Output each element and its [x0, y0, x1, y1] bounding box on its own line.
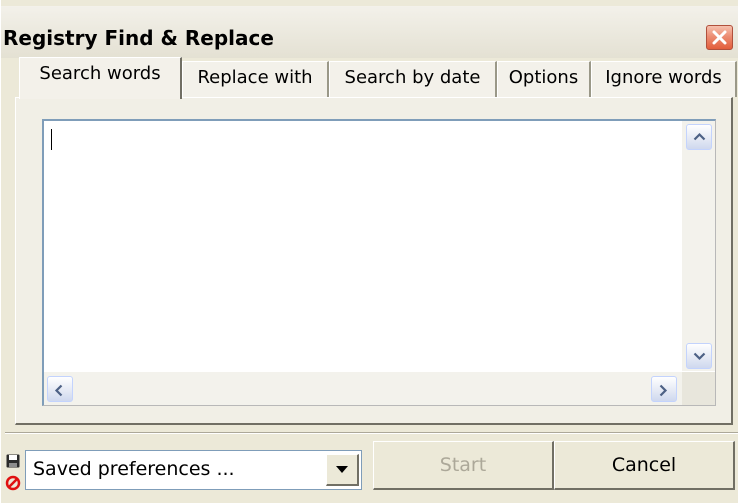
tab-label: Search by date [344, 67, 481, 88]
tab-replace-with[interactable]: Replace with [182, 61, 329, 97]
chevron-down-icon [336, 466, 348, 473]
tab-label: Options [508, 67, 579, 88]
scroll-right-button[interactable] [651, 376, 677, 402]
tab-label: Replace with [197, 67, 313, 88]
tab-label: Search words [39, 63, 161, 84]
floppy-disk-icon[interactable] [6, 454, 20, 468]
scroll-down-button[interactable] [686, 343, 712, 369]
scroll-up-button[interactable] [686, 124, 712, 150]
cancel-button[interactable]: Cancel [554, 441, 735, 490]
start-button[interactable]: Start [373, 441, 554, 490]
registry-find-replace-window: Registry Find & Replace Search words Rep… [0, 0, 738, 503]
vertical-scrollbar[interactable] [682, 121, 715, 371]
window-title: Registry Find & Replace [3, 26, 274, 50]
horizontal-scrollbar[interactable] [44, 372, 682, 405]
saved-preferences-select[interactable]: Saved preferences ... [25, 450, 362, 490]
dropdown-button[interactable] [326, 454, 359, 486]
text-caret [51, 129, 52, 150]
tab-options[interactable]: Options [497, 61, 591, 97]
saved-preferences-value: Saved preferences ... [33, 458, 235, 480]
arrow-up-icon [693, 132, 706, 141]
close-button[interactable] [706, 25, 733, 50]
tab-search-by-date[interactable]: Search by date [329, 61, 497, 97]
tab-label: Ignore words [605, 67, 722, 88]
tab-search-words[interactable]: Search words [19, 57, 182, 99]
scrollbar-corner [682, 372, 715, 405]
close-icon [712, 30, 727, 45]
scroll-left-button[interactable] [47, 376, 73, 402]
arrow-left-icon [54, 384, 63, 397]
separator [5, 432, 738, 434]
arrow-right-icon [659, 384, 668, 397]
no-entry-icon[interactable] [5, 475, 21, 491]
search-words-textarea[interactable] [42, 119, 716, 406]
arrow-down-icon [693, 352, 706, 361]
tab-ignore-words[interactable]: Ignore words [591, 61, 737, 97]
title-bar[interactable]: Registry Find & Replace [1, 6, 738, 58]
